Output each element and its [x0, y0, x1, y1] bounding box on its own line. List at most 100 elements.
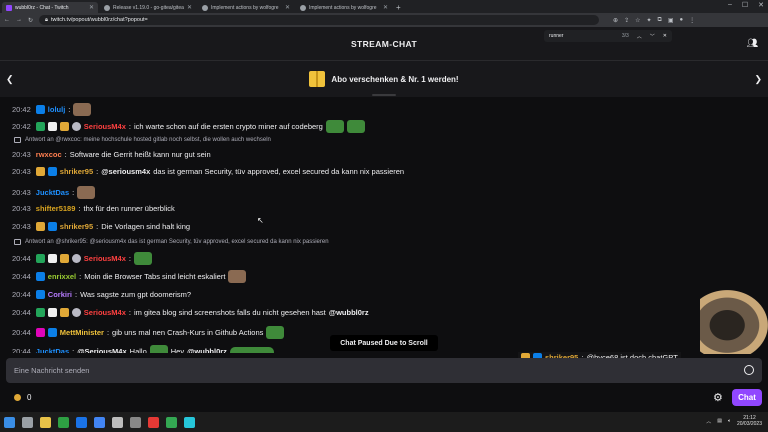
chat-message[interactable]: 20:44 Corkiri: Was sagste zum gpt doomeris…	[12, 290, 191, 299]
emote-icon[interactable]	[346, 120, 365, 133]
network-icon[interactable]: ▤	[717, 418, 722, 424]
settings-gear-icon[interactable]: ⚙	[713, 391, 723, 404]
emote-icon[interactable]	[73, 103, 92, 116]
emote-icon[interactable]	[228, 270, 247, 283]
reply-context[interactable]: Antwort an @rwxcoc: meine hochschule hos…	[14, 137, 271, 143]
app-icon[interactable]	[94, 416, 105, 428]
emote-picker-icon[interactable]	[744, 365, 754, 375]
reply-context[interactable]: Antwort an @shriker95: @seriousm4x das i…	[14, 239, 329, 245]
verified-badge-icon[interactable]	[35, 122, 45, 131]
new-tab-button[interactable]: +	[396, 3, 401, 12]
browser-tab[interactable]: Release v1.19.0 - go-gitea/gitea ✕	[100, 2, 196, 13]
tray-arrow-icon[interactable]: ︿	[706, 418, 711, 425]
chat-message[interactable]: 20:44 SeriousM4x: im gitea blog sind scree…	[12, 308, 369, 317]
close-window-icon[interactable]: ✕	[758, 1, 764, 9]
chat-username[interactable]: enrixxel	[48, 272, 76, 281]
chat-message[interactable]: 20:43 shriker95: @seriousm4x das ist german…	[12, 167, 404, 176]
chat-message[interactable]: 20:43 shriker95: Die Vorlagen sind halt ki…	[12, 222, 190, 231]
task-view-icon[interactable]	[22, 416, 33, 428]
close-tab-icon[interactable]: ✕	[187, 4, 192, 11]
find-prev-icon[interactable]: ︿	[637, 33, 642, 40]
app-icon[interactable]	[148, 416, 159, 428]
chat-username[interactable]: shriker95	[60, 222, 93, 231]
chat-username[interactable]: MettMinister	[60, 328, 104, 337]
prime-badge-icon[interactable]	[47, 222, 57, 231]
chat-input[interactable]: Eine Nachricht senden	[6, 358, 762, 383]
emote-icon[interactable]	[325, 120, 344, 133]
chat-message[interactable]: 20:43 rwxcoc: Software die Gerrit heißt ka…	[12, 150, 211, 159]
chat-message[interactable]: 20:43 shifter5189: thx für den runner über…	[12, 204, 175, 213]
chat-message[interactable]: 20:44 MettMinister: gib uns mal nen Crash-…	[12, 326, 285, 339]
app-icon[interactable]	[76, 416, 87, 428]
emote-icon[interactable]	[149, 345, 168, 353]
emote-icon[interactable]	[77, 186, 96, 199]
mention[interactable]: @wubbl0rz	[187, 347, 227, 353]
chat-username[interactable]: rwxcoc	[36, 150, 62, 159]
mention[interactable]: @SeriousM4x	[77, 347, 126, 353]
chat-messages[interactable]: 20:42 lolulj:20:42 SeriousM4x: ich warte sc…	[0, 97, 768, 353]
verified-badge-icon[interactable]	[35, 308, 45, 317]
chevron-left-icon[interactable]: ❮	[6, 74, 14, 85]
emote-icon[interactable]	[266, 326, 285, 339]
verified-badge-icon[interactable]	[35, 254, 45, 263]
close-tab-icon[interactable]: ✕	[285, 4, 290, 11]
extension-icon[interactable]: ✦	[646, 17, 651, 24]
reload-icon[interactable]: ↻	[28, 17, 33, 24]
find-query[interactable]: runner	[549, 33, 563, 39]
prime-badge-icon[interactable]	[35, 290, 45, 299]
app-icon[interactable]	[184, 416, 195, 428]
moon-badge-icon[interactable]	[71, 308, 81, 317]
url-field[interactable]: 🔒︎ twitch.tv/popout/wubbl0rz/chat?popout…	[39, 15, 600, 25]
chat-message[interactable]: 20:42 SeriousM4x: ich warte schon auf die …	[12, 120, 365, 133]
sub-badge-icon[interactable]	[35, 222, 45, 231]
chat-username[interactable]: shriker95	[60, 167, 93, 176]
maximize-icon[interactable]: ☐	[742, 1, 748, 9]
sub-badge-icon[interactable]	[59, 254, 69, 263]
chat-username[interactable]: JucktDas	[36, 347, 69, 353]
chat-paused-notice[interactable]: Chat Paused Due to Scroll	[330, 335, 438, 351]
chat-username[interactable]: lolulj	[48, 105, 66, 114]
find-bar[interactable]: runner 3/3 ︿ ﹀ ✕	[544, 30, 672, 42]
share-icon[interactable]: ⇪	[624, 17, 629, 24]
close-tab-icon[interactable]: ✕	[383, 4, 388, 11]
sub-badge-icon[interactable]	[59, 122, 69, 131]
chat-username[interactable]: Corkiri	[48, 290, 72, 299]
chat-username[interactable]: SeriousM4x	[84, 254, 126, 263]
chat-message[interactable]: 20:44 enrixxel: Moin die Browser Tabs sind…	[12, 270, 247, 283]
chat-username[interactable]: SeriousM4x	[84, 122, 126, 131]
chat-username[interactable]: JucktDas	[36, 188, 69, 197]
back-icon[interactable]: ←	[4, 17, 10, 23]
puzzle-icon[interactable]: ⧉	[658, 17, 662, 24]
chat-message[interactable]: 20:44 JucktDas: @SeriousM4x Hallo Hey @wubbl0…	[12, 345, 274, 353]
app-icon[interactable]	[130, 416, 141, 428]
collapse-handle[interactable]	[372, 94, 396, 96]
terminal-icon[interactable]	[58, 416, 69, 428]
find-close-icon[interactable]: ✕	[663, 33, 667, 39]
chat-send-button[interactable]: Chat	[732, 389, 762, 406]
chat-message[interactable]: 20:43 JucktDas:	[12, 186, 96, 199]
browser-tab[interactable]: Implement actions by wolfogre ✕	[296, 2, 392, 13]
moon-badge-icon[interactable]	[71, 254, 81, 263]
menu-icon[interactable]: ⋮	[689, 17, 695, 24]
minimize-icon[interactable]: –	[728, 1, 732, 9]
crown-badge-icon[interactable]	[47, 122, 57, 131]
chat-message[interactable]: 20:44 SeriousM4x:	[12, 252, 152, 265]
volume-icon[interactable]: 🔈︎	[728, 418, 731, 424]
chevron-right-icon[interactable]: ❯	[754, 74, 762, 85]
star-icon[interactable]: ☆	[635, 17, 640, 24]
crown-badge-icon[interactable]	[47, 308, 57, 317]
mention[interactable]: @wubbl0rz	[329, 308, 369, 317]
prime-badge-icon[interactable]	[47, 167, 57, 176]
emote-icon[interactable]	[229, 346, 274, 353]
file-explorer-icon[interactable]	[40, 416, 51, 428]
app-icon[interactable]	[112, 416, 123, 428]
forward-icon[interactable]: →	[16, 17, 22, 23]
find-next-icon[interactable]: ﹀	[650, 33, 655, 40]
prime-badge-icon[interactable]	[47, 328, 57, 337]
prime-badge-icon[interactable]	[35, 105, 45, 114]
zoom-icon[interactable]: ⊕	[613, 17, 618, 24]
users-icon[interactable]: 👥︎	[747, 38, 758, 49]
clock[interactable]: 21:12 20/03/2023	[737, 415, 762, 427]
profile-icon[interactable]: ●	[679, 17, 683, 24]
chat-username[interactable]: SeriousM4x	[84, 308, 126, 317]
